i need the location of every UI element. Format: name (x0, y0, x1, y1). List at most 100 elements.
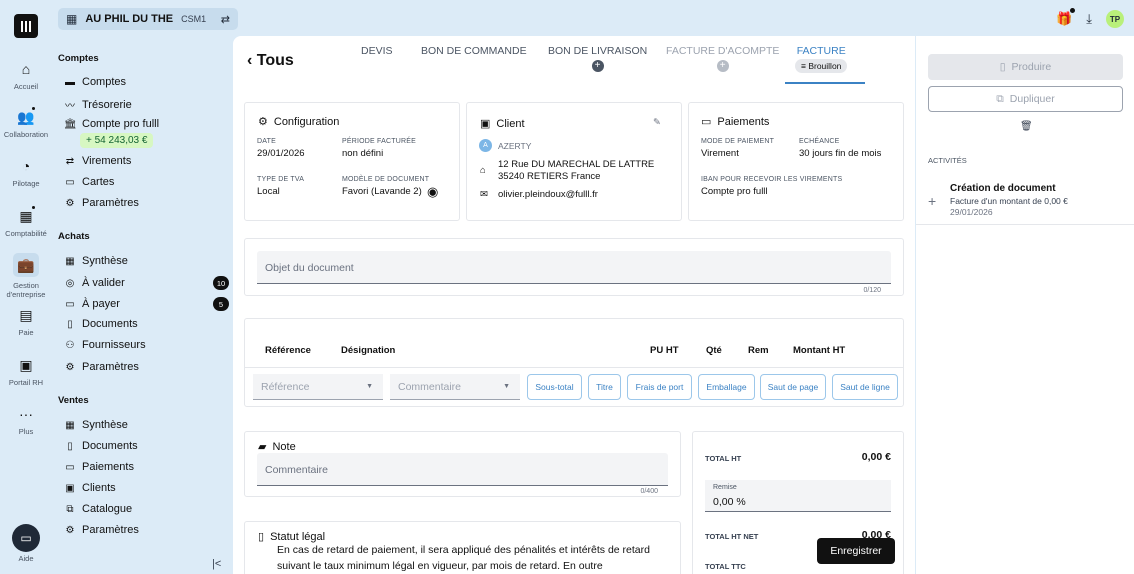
gear-icon: ⚙ (65, 197, 75, 209)
actions-panel: ▯ Produire ⧉ Dupliquer 🗑 ACTIVITÉS + Créat… (916, 36, 1134, 574)
rail-item-paie[interactable]: ▤ Paie (0, 306, 52, 337)
card-title: ▭ Paiements (701, 115, 770, 129)
saut-de-ligne-button[interactable]: Saut de ligne (832, 374, 898, 400)
tab-facture-acompte: FACTURE D'ACOMPTE + (666, 45, 779, 72)
sidebar-item-label: Synthèse (82, 255, 128, 267)
object-input[interactable]: Objet du document (257, 251, 891, 284)
comment-select[interactable]: Commentaire ▼ (390, 374, 520, 400)
sidebar-item-a-valider[interactable]: ◎ À valider 10 (64, 276, 229, 290)
sidebar-item-label: Comptes (82, 76, 127, 88)
gear-icon: ⚙ (258, 116, 268, 128)
iban-value: Compte pro fulll (701, 186, 768, 197)
note-input[interactable]: Commentaire (257, 453, 668, 486)
sidebar-item-documents-ventes[interactable]: ▯ Documents (64, 440, 229, 452)
tab-label: BON DE LIVRAISON (548, 45, 648, 57)
total-ht-value: 0,00 € (861, 451, 891, 463)
frais-de-port-button[interactable]: Frais de port (627, 374, 692, 400)
rail-item-portail-rh[interactable]: ▣ Portail RH (0, 356, 52, 387)
tab-devis[interactable]: DEVIS (361, 45, 393, 57)
rail-label: Accueil (13, 82, 39, 91)
dupliquer-button: ⧉ Dupliquer (928, 86, 1123, 112)
document-icon: ▯ (999, 61, 1006, 73)
sidebar-item-paiements[interactable]: ▭ Paiements (64, 461, 229, 473)
section-title-achats: Achats (58, 231, 90, 242)
client-name: AZERTY (498, 141, 532, 151)
sidebar-item-label: Clients (82, 482, 116, 494)
eye-icon[interactable]: ◉ (427, 184, 438, 200)
tab-bon-de-commande[interactable]: BON DE COMMANDE (421, 45, 527, 57)
sidebar-item-label: Paiements (82, 461, 134, 473)
rail-label: Plus (18, 427, 34, 436)
sidebar-item-compte-pro[interactable]: 🏛 Compte pro fulll (64, 118, 229, 130)
document-icon: ▯ (67, 318, 73, 330)
gift-icon[interactable]: 🎁 (1056, 8, 1076, 27)
edit-icon[interactable]: ✎ (653, 117, 661, 128)
add-icon[interactable]: + (591, 60, 604, 72)
document-editor: ‹ Tous DEVIS BON DE COMMANDE BON DE LIVR… (233, 36, 915, 574)
home-icon: ⌂ (21, 61, 31, 77)
company-selector[interactable]: ▦ AU PHIL DU THE CSM1 ⇄ (58, 8, 238, 30)
field-label: IBAN POUR RECEVOIR LES VIREMENTS (701, 176, 843, 183)
rail-label: Pilotage (12, 179, 40, 188)
reference-select[interactable]: Référence ▼ (253, 374, 383, 400)
sidebar-item-synthese-ventes[interactable]: ▦ Synthèse (64, 419, 229, 431)
sidebar-item-parametres-ventes[interactable]: ⚙ Paramètres (64, 524, 229, 536)
sidebar-item-a-payer[interactable]: ▭ À payer 5 (64, 297, 229, 311)
chat-icon[interactable]: ▭ (12, 524, 40, 552)
sidebar-item-fournisseurs[interactable]: ⚇ Fournisseurs (64, 339, 229, 351)
sidebar-item-clients[interactable]: ▣ Clients (64, 482, 229, 494)
briefcase-icon: 💼 (13, 253, 39, 277)
trash-icon[interactable]: 🗑 (1020, 121, 1033, 132)
model-value: Favori (Lavande 2) (342, 186, 422, 197)
calendar-icon: ▣ (19, 357, 33, 373)
client-card[interactable]: ▣ Client ✎ A AZERTY ⌂ 12 Rue DU MARECHAL … (466, 102, 682, 221)
app-logo[interactable] (14, 14, 38, 38)
rail-item-collaboration[interactable]: 👥 Collaboration (0, 106, 52, 139)
check-circle-icon: ◎ (65, 277, 75, 289)
lines-card: Référence Désignation PU HT Qté Rem Mont… (244, 318, 904, 407)
rail-item-accueil[interactable]: ⌂ Accueil (0, 60, 52, 91)
bank-icon: 🏛 (64, 118, 77, 130)
avatar[interactable]: TP (1106, 10, 1124, 28)
top-actions: 🎁 ⤓ TP (1056, 8, 1124, 28)
payments-card[interactable]: ▭ Paiements MODE DE PAIEMENT Virement ECH… (688, 102, 904, 221)
sidebar-item-cartes[interactable]: ▭ Cartes (64, 176, 229, 188)
remise-input[interactable]: Remise 0,00 % (705, 480, 891, 512)
more-icon: ··· (19, 406, 33, 422)
sidebar-item-parametres-achats[interactable]: ⚙ Paramètres (64, 361, 229, 373)
saut-de-page-button[interactable]: Saut de page (760, 374, 826, 400)
grid-icon: ▦ (65, 419, 75, 431)
download-icon[interactable]: ⤓ (1086, 11, 1092, 27)
sidebar-item-documents-achats[interactable]: ▯ Documents (64, 318, 229, 330)
sidebar-item-tresorerie[interactable]: 〰 Trésorerie (64, 97, 229, 113)
rail-item-pilotage[interactable]: ◔ Pilotage (0, 157, 52, 188)
total-ttc-label: TOTAL TTC (705, 562, 746, 571)
total-net-label: TOTAL HT NET (705, 532, 759, 541)
collapse-sidebar-icon[interactable]: |< (212, 558, 221, 570)
count-badge: 10 (213, 276, 229, 290)
card-title-label: Paiements (717, 115, 770, 128)
sous-total-button[interactable]: Sous-total (527, 374, 582, 400)
emballage-button[interactable]: Emballage (698, 374, 755, 400)
sidebar-item-catalogue[interactable]: ⧉ Catalogue (64, 503, 229, 515)
configuration-card[interactable]: ⚙ Configuration DATE 29/01/2026 PÉRIODE F… (244, 102, 460, 221)
tab-bon-de-livraison[interactable]: BON DE LIVRAISON + (548, 45, 647, 72)
gauge-icon: ◔ (21, 158, 31, 174)
rail-item-gestion[interactable]: 💼 Gestion d'entreprise (0, 253, 52, 299)
sidebar-item-parametres-comptes[interactable]: ⚙ Paramètres (64, 197, 229, 209)
calculator-icon: ▦ (16, 205, 36, 225)
sidebar-item-label: Cartes (82, 176, 115, 188)
contact-icon: ▣ (480, 118, 491, 130)
tab-facture[interactable]: FACTURE ≡ Brouillon (795, 45, 848, 73)
sidebar-item-synthese-achats[interactable]: ▦ Synthèse (64, 255, 229, 267)
button-label: Produire (1011, 61, 1052, 73)
rail-item-comptabilite[interactable]: ▦ Comptabilité (0, 205, 52, 238)
titre-button[interactable]: Titre (588, 374, 621, 400)
rail-item-plus[interactable]: ··· Plus (0, 405, 52, 436)
col-pu-ht: PU HT (650, 345, 679, 356)
back-link[interactable]: ‹ Tous (247, 52, 294, 70)
sidebar-item-virements[interactable]: ⇄ Virements (64, 155, 229, 167)
sidebar-item-label: Paramètres (82, 197, 139, 209)
save-button[interactable]: Enregistrer (817, 538, 895, 564)
sidebar-item-comptes[interactable]: ▬ Comptes (64, 76, 229, 88)
